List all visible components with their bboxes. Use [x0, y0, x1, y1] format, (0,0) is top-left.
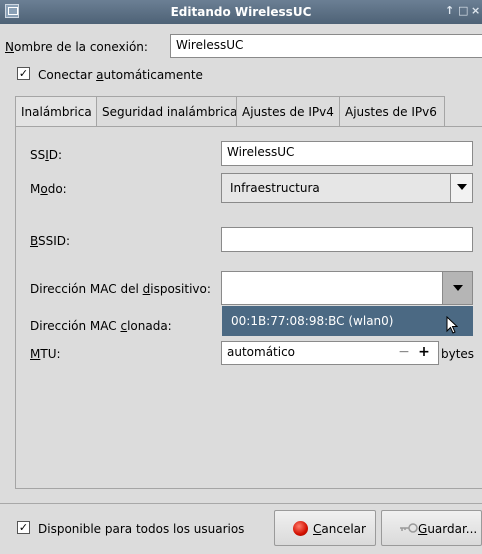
mode-label-post: do: — [47, 182, 67, 196]
tab-wireless-label: Inalámbrica — [21, 105, 92, 119]
mtu-label: MTU: — [30, 347, 61, 361]
ssid-label-post: D: — [48, 148, 63, 162]
ssid-label-pre: SS — [30, 148, 46, 162]
connection-name-input[interactable]: WirelessUC — [170, 34, 482, 58]
maximize-icon[interactable]: □ — [458, 4, 468, 17]
save-mnemonic: G — [418, 522, 428, 536]
ssid-value: WirelessUC — [227, 145, 295, 159]
ssid-label: SSID: — [30, 148, 62, 162]
cloned-mac-label-pre: Dirección MAC — [30, 319, 121, 333]
bssid-input[interactable] — [221, 227, 473, 252]
tab-wireless-security-label: Seguridad inalámbrica — [102, 105, 238, 119]
device-mac-combobox[interactable] — [221, 271, 473, 305]
restore-icon[interactable]: ↑ — [445, 4, 454, 17]
autoconnect-checkbox[interactable]: ✓ — [17, 67, 30, 80]
connection-name-label: Nombre de la conexión: — [5, 40, 148, 54]
mtu-value: automático — [227, 345, 296, 359]
tab-wireless[interactable]: Inalámbrica — [15, 96, 97, 127]
available-all-users-checkbox[interactable]: ✓ — [17, 521, 30, 534]
ssid-input[interactable]: WirelessUC — [221, 141, 473, 166]
mode-mnemonic: o — [40, 182, 48, 196]
title-bar[interactable]: Editando WirelessUC ↑ □ × — [0, 0, 482, 24]
mtu-increment-button[interactable]: + — [414, 343, 434, 363]
tab-wireless-security[interactable]: Seguridad inalámbrica — [96, 96, 237, 127]
cancel-label-rest: ancelar — [321, 522, 366, 536]
window-title: Editando WirelessUC — [170, 5, 312, 19]
cancel-button[interactable]: Cancelar — [274, 510, 376, 546]
stop-icon — [293, 521, 308, 536]
mode-label-pre: M — [30, 182, 41, 196]
autoconnect-label-rest: utomáticamente — [103, 68, 203, 82]
tab-ipv4[interactable]: Ajustes de IPv4 — [236, 96, 340, 127]
chevron-down-icon[interactable] — [450, 174, 472, 202]
cancel-button-label: Cancelar — [313, 522, 366, 536]
footer-separator — [0, 503, 482, 504]
mtu-decrement-button[interactable]: − — [394, 343, 414, 363]
device-mac-label-post: ispositivo: — [150, 282, 211, 296]
tab-ipv6[interactable]: Ajustes de IPv6 — [339, 96, 445, 127]
tab-ipv6-label: Ajustes de IPv6 — [345, 105, 437, 119]
chevron-down-icon[interactable] — [442, 272, 472, 304]
key-icon — [400, 523, 418, 533]
save-button-label: Guardar... — [418, 522, 477, 536]
device-mac-option[interactable]: 00:1B:77:08:98:BC (wlan0) — [222, 306, 473, 336]
autoconnect-label-prefix: Conectar — [38, 68, 97, 82]
mtu-mnemonic: M — [30, 347, 41, 361]
cloned-mac-label: Dirección MAC clonada: — [30, 319, 172, 333]
mode-select[interactable]: Infraestructura — [221, 173, 473, 203]
connection-name-mnemonic: N — [5, 40, 14, 54]
tab-ipv4-label: Ajustes de IPv4 — [242, 105, 334, 119]
save-button[interactable]: Guardar... — [381, 510, 482, 546]
bssid-mnemonic: B — [30, 234, 39, 248]
mtu-unit: bytes — [441, 347, 475, 361]
mouse-pointer-icon — [446, 316, 458, 334]
device-mac-label-pre: Dirección MAC del — [30, 282, 143, 296]
mtu-label-post: TU: — [40, 347, 61, 361]
connection-name-label-text: ombre de la conexión: — [13, 40, 148, 54]
available-all-users-label[interactable]: Disponible para todos los usuarios — [38, 522, 244, 536]
device-mac-label: Dirección MAC del dispositivo: — [30, 282, 211, 296]
autoconnect-label[interactable]: Conectar automáticamente — [38, 68, 203, 82]
bssid-label: BSSID: — [30, 234, 70, 248]
connection-name-value: WirelessUC — [176, 38, 244, 52]
close-icon[interactable]: × — [471, 4, 480, 17]
mode-label: Modo: — [30, 182, 67, 196]
mode-value: Infraestructura — [230, 181, 320, 195]
save-label-rest: uardar... — [427, 522, 478, 536]
bssid-label-post: SSID: — [38, 234, 71, 248]
cloned-mac-label-post: lonada: — [127, 319, 172, 333]
